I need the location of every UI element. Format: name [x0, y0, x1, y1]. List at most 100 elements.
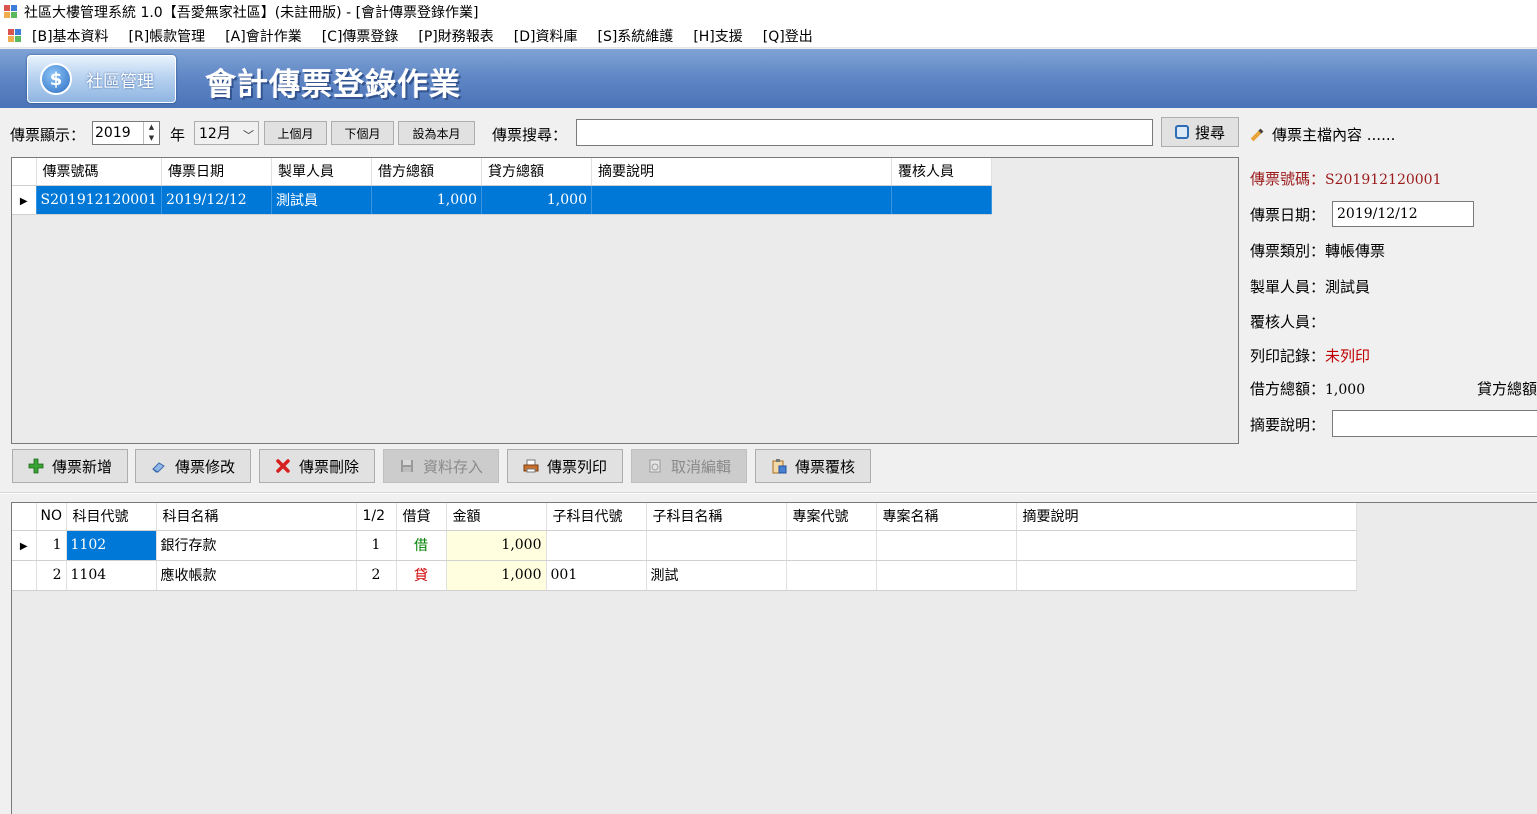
stepper-up-icon[interactable]: ▲ — [144, 122, 159, 133]
col-reviewer[interactable]: 覆核人員 — [891, 158, 992, 186]
cell-project-code[interactable] — [786, 530, 877, 561]
cancel-edit-button[interactable]: 取消編輯 — [631, 449, 747, 483]
col-amount[interactable]: 金額 — [446, 503, 547, 531]
pencil-icon — [1250, 128, 1264, 141]
menu-accounts[interactable]: [R]帳款管理 — [129, 26, 206, 46]
this-month-button[interactable]: 設為本月 — [398, 121, 475, 145]
cell-amount[interactable]: 1,000 — [446, 530, 547, 561]
search-input[interactable] — [576, 119, 1153, 146]
window-title: 社區大樓管理系統 1.0【吾愛無家社區】(未註冊版) - [會計傳票登錄作業] — [24, 5, 479, 21]
cell-entry-summary[interactable] — [1016, 530, 1357, 561]
cell-project-name[interactable] — [876, 560, 1017, 591]
floppy-disk-icon — [399, 458, 415, 474]
cell-debit-credit[interactable]: 貸 — [396, 560, 447, 591]
module-button[interactable]: $ 社區管理 — [27, 55, 176, 103]
col-sub-code[interactable]: 子科目代號 — [546, 503, 647, 531]
cell-sub-name[interactable] — [646, 530, 787, 561]
cell-maker[interactable]: 測試員 — [271, 185, 372, 215]
col-maker[interactable]: 製單人員 — [271, 158, 372, 186]
voucher-master-label: 傳票主檔內容 ...... — [1272, 126, 1396, 144]
col-summary[interactable]: 摘要說明 — [591, 158, 892, 186]
col-project-name[interactable]: 專案名稱 — [876, 503, 1017, 531]
cell-sub-name[interactable]: 測試 — [646, 560, 787, 591]
cell-voucher-no[interactable]: S201912120001 — [36, 185, 162, 215]
stepper-down-icon[interactable]: ▼ — [144, 133, 159, 144]
page-title: 會計傳票登錄作業 — [205, 67, 461, 103]
col-voucher-date[interactable]: 傳票日期 — [161, 158, 272, 186]
cell-debit-total[interactable]: 1,000 — [371, 185, 482, 215]
menu-support[interactable]: [H]支援 — [693, 26, 742, 46]
cell-side-num[interactable]: 1 — [356, 530, 397, 561]
mdi-child-icon[interactable] — [8, 28, 22, 43]
entry-grid-header: NO 科目代號 科目名稱 1/2 借貸 金額 子科目代號 子科目名稱 專案代號 … — [12, 503, 1357, 531]
delete-voucher-button[interactable]: 傳票刪除 — [259, 449, 375, 483]
cell-account-name[interactable]: 銀行存款 — [156, 530, 357, 561]
year-label: 年 — [170, 126, 186, 144]
save-data-button[interactable]: 資料存入 — [383, 449, 499, 483]
printer-icon — [523, 458, 539, 474]
menu-database[interactable]: [D]資料庫 — [514, 26, 578, 46]
col-sub-name[interactable]: 子科目名稱 — [646, 503, 787, 531]
detail-credit-total-label: 貸方總額 — [1477, 380, 1537, 398]
cell-account-code[interactable]: 1102 — [66, 530, 157, 561]
col-account-name[interactable]: 科目名稱 — [156, 503, 357, 531]
col-credit-total[interactable]: 貸方總額 — [481, 158, 592, 186]
section-divider[interactable] — [0, 492, 1537, 494]
cell-side-num[interactable]: 2 — [356, 560, 397, 591]
year-stepper[interactable]: 2019 ▲ ▼ — [92, 121, 160, 145]
cell-sub-code[interactable]: 001 — [546, 560, 647, 591]
table-row[interactable]: ▶ S201912120001 2019/12/12 測試員 1,000 1,0… — [12, 185, 992, 215]
cell-debit-credit[interactable]: 借 — [396, 530, 447, 561]
col-entry-summary[interactable]: 摘要說明 — [1016, 503, 1357, 531]
detail-voucher-no: 傳票號碼：S201912120001 — [1250, 170, 1442, 188]
cell-summary[interactable] — [591, 185, 892, 215]
cell-no[interactable]: 1 — [36, 530, 67, 561]
menu-system[interactable]: [S]系統維護 — [598, 26, 674, 46]
eraser-icon — [151, 458, 167, 474]
month-select[interactable]: 12月 ﹀ — [194, 121, 259, 145]
col-side-num[interactable]: 1/2 — [356, 503, 397, 531]
review-voucher-button[interactable]: 傳票覆核 — [755, 449, 871, 483]
summary-field[interactable] — [1332, 410, 1537, 437]
menu-basic-data[interactable]: [B]基本資料 — [32, 26, 109, 46]
cell-project-name[interactable] — [876, 530, 1017, 561]
col-debit-credit[interactable]: 借貸 — [396, 503, 447, 531]
cell-sub-code[interactable] — [546, 530, 647, 561]
menu-bar: [B]基本資料 [R]帳款管理 [A]會計作業 [C]傳票登錄 [P]財務報表 … — [0, 24, 1537, 48]
cell-reviewer[interactable] — [891, 185, 992, 215]
cell-entry-summary[interactable] — [1016, 560, 1357, 591]
chevron-down-icon: ﹀ — [243, 129, 254, 142]
menu-voucher[interactable]: [C]傳票登錄 — [322, 26, 399, 46]
year-stepper-arrows[interactable]: ▲ ▼ — [143, 122, 159, 144]
entry-grid[interactable]: NO 科目代號 科目名稱 1/2 借貸 金額 子科目代號 子科目名稱 專案代號 … — [11, 502, 1537, 814]
edit-voucher-button[interactable]: 傳票修改 — [135, 449, 251, 483]
table-row[interactable]: 2 1104 應收帳款 2 貸 1,000 001 測試 — [12, 560, 1357, 591]
add-voucher-button[interactable]: 傳票新增 — [12, 449, 128, 483]
detail-print-record: 列印記錄：未列印 — [1250, 347, 1371, 365]
prev-month-button[interactable]: 上個月 — [264, 121, 327, 145]
cell-amount[interactable]: 1,000 — [446, 560, 547, 591]
menu-logout[interactable]: [Q]登出 — [763, 26, 813, 46]
col-debit-total[interactable]: 借方總額 — [371, 158, 482, 186]
detail-summary-label: 摘要說明： — [1250, 416, 1326, 434]
row-pointer-icon: ▶ — [12, 530, 37, 561]
col-account-code[interactable]: 科目代號 — [66, 503, 157, 531]
next-month-button[interactable]: 下個月 — [331, 121, 394, 145]
col-project-code[interactable]: 專案代號 — [786, 503, 877, 531]
cell-account-code[interactable]: 1104 — [66, 560, 157, 591]
menu-accounting[interactable]: [A]會計作業 — [225, 26, 302, 46]
menu-reports[interactable]: [P]財務報表 — [418, 26, 493, 46]
display-label: 傳票顯示： — [10, 126, 86, 144]
cell-project-code[interactable] — [786, 560, 877, 591]
table-row[interactable]: ▶ 1 1102 銀行存款 1 借 1,000 — [12, 530, 1357, 561]
col-no[interactable]: NO — [36, 503, 67, 531]
col-voucher-no[interactable]: 傳票號碼 — [36, 158, 162, 186]
print-voucher-button[interactable]: 傳票列印 — [507, 449, 623, 483]
search-button[interactable]: 搜尋 — [1161, 117, 1239, 147]
cell-credit-total[interactable]: 1,000 — [481, 185, 592, 215]
cell-account-name[interactable]: 應收帳款 — [156, 560, 357, 591]
cell-no[interactable]: 2 — [36, 560, 67, 591]
voucher-grid[interactable]: 傳票號碼 傳票日期 製單人員 借方總額 貸方總額 摘要說明 覆核人員 ▶ S20… — [11, 157, 1239, 444]
date-field[interactable]: 2019/12/12 — [1332, 201, 1474, 227]
cell-voucher-date[interactable]: 2019/12/12 — [161, 185, 272, 215]
